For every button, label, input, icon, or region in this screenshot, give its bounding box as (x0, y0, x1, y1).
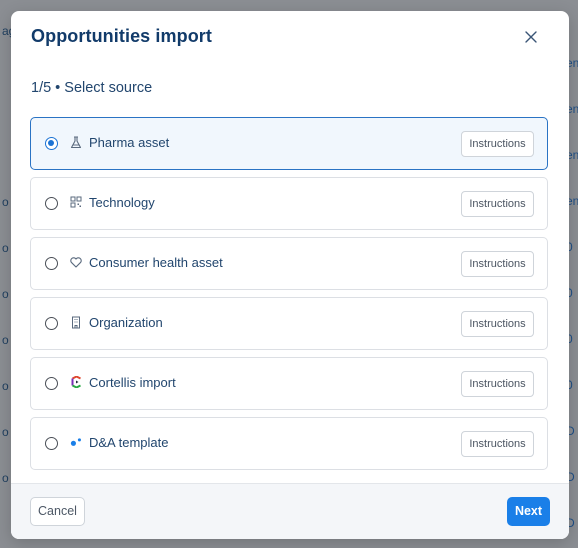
option-label: Consumer health asset (89, 255, 223, 270)
option-label: Cortellis import (89, 375, 176, 390)
source-option-technology[interactable]: Technology Instructions (30, 177, 548, 230)
qr-grid-icon (70, 195, 82, 209)
source-option-da-template[interactable]: D&A template Instructions (30, 417, 548, 470)
instructions-button[interactable]: Instructions (461, 311, 534, 337)
source-option-cortellis-import[interactable]: Cortellis import Instructions (30, 357, 548, 410)
source-option-consumer-health-asset[interactable]: Consumer health asset Instructions (30, 237, 548, 290)
bg-fragment: o (2, 287, 9, 301)
instructions-button[interactable]: Instructions (461, 131, 534, 157)
step-indicator: 1/5 • Select source (31, 80, 153, 96)
radio-button[interactable] (45, 317, 58, 330)
radio-button[interactable] (45, 137, 58, 150)
bg-fragment: o (2, 379, 9, 393)
bg-fragment: o (2, 241, 9, 255)
import-modal: Opportunities import 1/5 • Select source… (11, 11, 569, 539)
cancel-button[interactable]: Cancel (30, 497, 85, 526)
radio-button[interactable] (45, 437, 58, 450)
radio-button[interactable] (45, 197, 58, 210)
option-label: Technology (89, 195, 155, 210)
source-option-pharma-asset[interactable]: Pharma asset Instructions (30, 117, 548, 170)
radio-button[interactable] (45, 257, 58, 270)
flask-icon (70, 135, 82, 149)
instructions-button[interactable]: Instructions (461, 371, 534, 397)
option-label: Organization (89, 315, 163, 330)
heart-icon (70, 255, 82, 269)
modal-title: Opportunities import (31, 26, 212, 46)
option-label: Pharma asset (89, 135, 170, 150)
cortellis-logo-icon (70, 375, 82, 389)
next-button[interactable]: Next (507, 497, 550, 526)
modal-footer: Cancel Next (11, 483, 569, 539)
close-icon (525, 31, 537, 43)
source-option-organization[interactable]: Organization Instructions (30, 297, 548, 350)
building-icon (70, 315, 82, 329)
instructions-button[interactable]: Instructions (461, 191, 534, 217)
option-label: D&A template (89, 435, 169, 450)
bg-fragment: o (2, 471, 9, 485)
dots-icon (70, 435, 82, 449)
bg-fragment: o (2, 425, 9, 439)
bg-fragment: o (2, 333, 9, 347)
close-button[interactable] (522, 28, 540, 46)
instructions-button[interactable]: Instructions (461, 251, 534, 277)
instructions-button[interactable]: Instructions (461, 431, 534, 457)
radio-button[interactable] (45, 377, 58, 390)
bg-fragment: o (2, 195, 9, 209)
